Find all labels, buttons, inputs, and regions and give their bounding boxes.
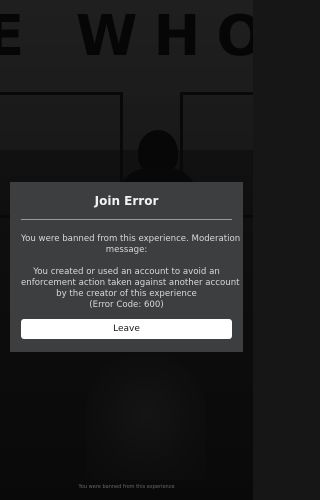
dialog-message: You were banned from this experience. Mo… xyxy=(21,234,241,311)
message-line: enforcement action taken against another… xyxy=(21,278,240,288)
message-spacer xyxy=(21,256,232,267)
message-line: message: xyxy=(105,245,148,255)
join-error-dialog: Join Error You were banned from this exp… xyxy=(10,182,243,352)
dialog-divider xyxy=(21,219,232,220)
bottom-status-text: You were banned from this experience xyxy=(78,484,175,490)
leave-button[interactable]: Leave xyxy=(21,319,232,339)
message-line: You were banned from this experience. Mo… xyxy=(21,234,241,244)
message-line: by the creator of this experience xyxy=(56,289,197,299)
error-code: (Error Code: 600) xyxy=(89,300,164,310)
message-line: You created or used an account to avoid … xyxy=(33,267,220,277)
game-screen: E WHO I Join Error You were banned from … xyxy=(0,0,253,500)
dialog-title: Join Error xyxy=(94,194,159,208)
